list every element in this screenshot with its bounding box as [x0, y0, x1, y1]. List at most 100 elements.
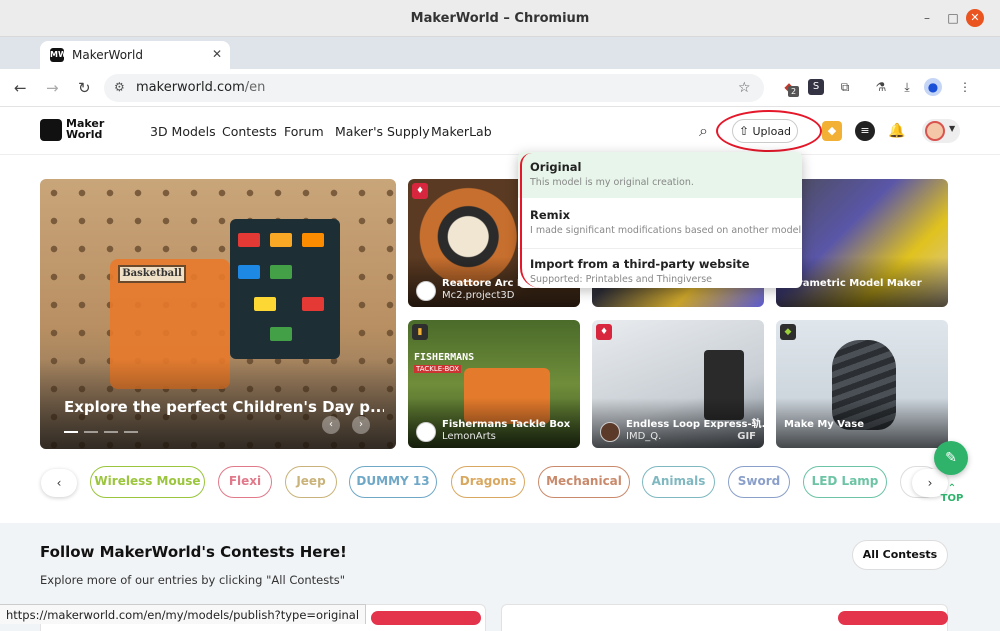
- avatar-image: [925, 121, 945, 141]
- model-card[interactable]: FISHERMANS TACKLE-BOX ▮ Fishermans Tackl…: [408, 320, 580, 448]
- model-card[interactable]: ♦ Endless Loop Express-轨... IMD_Q. GIF: [592, 320, 764, 448]
- chip-flexi[interactable]: Flexi: [218, 466, 272, 498]
- chip-mechanical[interactable]: Mechanical: [538, 466, 630, 498]
- hero-caption[interactable]: Explore the perfect Children's Day p...: [64, 398, 384, 416]
- reload-icon[interactable]: ↻: [78, 79, 91, 97]
- window-titlebar: MakerWorld – Chromium – □ ✕: [0, 0, 1000, 37]
- bookmark-star-icon[interactable]: ☆: [738, 80, 751, 96]
- board-block: [238, 233, 260, 247]
- option-title: Remix: [530, 208, 570, 222]
- creator-avatar[interactable]: [416, 281, 436, 301]
- card-badge-icon: ♦: [412, 183, 428, 199]
- card-creator[interactable]: IMD_Q.: [626, 431, 661, 442]
- close-window-icon[interactable]: ✕: [966, 9, 984, 27]
- tab-close-icon[interactable]: ✕: [212, 47, 222, 61]
- carousel-dot[interactable]: [84, 431, 98, 433]
- card-title[interactable]: Endless Loop Express-轨...: [626, 415, 764, 430]
- notifications-bell-icon[interactable]: 🔔: [887, 121, 907, 141]
- card-title[interactable]: Make My Vase: [784, 419, 864, 430]
- option-title: Original: [530, 160, 582, 174]
- extension-s-icon[interactable]: S: [808, 79, 824, 95]
- upload-option-remix[interactable]: Remix I made significant modifications b…: [518, 200, 802, 246]
- card-badge-icon: ◆: [780, 324, 796, 340]
- chip-dragons[interactable]: Dragons: [451, 466, 525, 498]
- chips-prev-icon[interactable]: ‹: [41, 469, 77, 497]
- option-desc: Supported: Printables and Thingiverse: [530, 274, 713, 285]
- makerworld-logo-icon[interactable]: [40, 119, 62, 141]
- logo-text[interactable]: Maker World: [66, 118, 104, 140]
- contest-card[interactable]: [501, 604, 948, 631]
- menu-kebab-icon[interactable]: ⋮: [956, 78, 974, 96]
- download-icon[interactable]: ⤓: [898, 78, 916, 96]
- board-block: [238, 265, 260, 279]
- nav-3d-models[interactable]: 3D Models: [150, 124, 216, 139]
- labs-flask-icon[interactable]: ⚗: [872, 78, 890, 96]
- creator-avatar[interactable]: [600, 422, 620, 442]
- card-creator[interactable]: LemonArts: [442, 431, 496, 442]
- upload-option-original[interactable]: Original This model is my original creat…: [518, 152, 802, 198]
- carousel-dots[interactable]: [64, 431, 138, 433]
- card-creator[interactable]: Mc2.project3D: [442, 290, 514, 301]
- carousel-next-icon[interactable]: ›: [352, 416, 370, 434]
- annotation-circle-upload: [716, 110, 822, 152]
- annotation-bracket: [520, 153, 540, 288]
- carousel-dot[interactable]: [104, 431, 118, 433]
- contests-title: Follow MakerWorld's Contests Here!: [40, 543, 347, 561]
- board-block: [270, 233, 292, 247]
- board-block: [302, 233, 324, 247]
- user-avatar-menu[interactable]: ▼: [922, 119, 960, 143]
- url-path: /en: [244, 80, 266, 95]
- upload-dropdown-menu: Original This model is my original creat…: [518, 152, 802, 288]
- url-host: makerworld.com: [136, 80, 245, 95]
- messages-chat-icon[interactable]: ≡: [855, 121, 875, 141]
- option-desc: This model is my original creation.: [530, 177, 694, 188]
- tab-strip: ⌄ MW MakerWorld ✕ +: [0, 37, 1000, 96]
- points-cube-icon[interactable]: ◆: [822, 121, 842, 141]
- profile-icon[interactable]: ●: [924, 78, 942, 96]
- tackle-box-label: TACKLE-BOX: [414, 365, 462, 373]
- card-badge-icon: ♦: [596, 324, 612, 340]
- back-to-top-button[interactable]: ⌃ TOP: [938, 484, 966, 504]
- site-settings-icon[interactable]: ⚙: [114, 80, 125, 94]
- chip-jeep[interactable]: Jeep: [285, 466, 337, 498]
- forward-arrow-icon[interactable]: →: [46, 79, 59, 97]
- nav-contests[interactable]: Contests: [222, 124, 277, 139]
- board-block: [254, 297, 276, 311]
- all-contests-button[interactable]: All Contests: [852, 540, 948, 570]
- back-arrow-icon[interactable]: ←: [14, 79, 27, 97]
- carousel-prev-icon[interactable]: ‹: [322, 416, 340, 434]
- nav-makerlab[interactable]: MakerLab: [431, 124, 492, 139]
- maximize-icon[interactable]: □: [944, 9, 962, 27]
- chip-wireless-mouse[interactable]: Wireless Mouse: [90, 466, 205, 498]
- contests-subtitle: Explore more of our entries by clicking …: [40, 573, 346, 587]
- card-title[interactable]: Parametric Model Maker: [784, 278, 922, 289]
- nav-forum[interactable]: Forum: [284, 124, 324, 139]
- carousel-dot[interactable]: [64, 431, 78, 433]
- chip-sword[interactable]: Sword: [728, 466, 790, 498]
- address-bar[interactable]: ⚙ makerworld.com/en ☆: [104, 74, 764, 102]
- tab-makerworld[interactable]: MW MakerWorld ✕: [40, 41, 230, 69]
- creator-avatar[interactable]: [416, 422, 436, 442]
- tab-label: MakerWorld: [72, 48, 143, 62]
- gif-badge: GIF: [737, 431, 756, 442]
- model-card[interactable]: ◆ Make My Vase: [776, 320, 948, 448]
- option-desc: I made significant modifications based o…: [530, 225, 802, 236]
- extensions-puzzle-icon[interactable]: ⧉: [836, 78, 854, 96]
- upload-option-import[interactable]: Import from a third-party website Suppor…: [518, 248, 802, 288]
- chip-led-lamp[interactable]: LED Lamp: [803, 466, 887, 498]
- card-badge-icon: ▮: [412, 324, 428, 340]
- hero-puzzle-board: [230, 219, 340, 359]
- card-title[interactable]: Fishermans Tackle Box: [442, 419, 570, 430]
- contest-status-pill: [371, 611, 481, 625]
- site-header: Maker World 3D Models Contests Forum Mak…: [0, 107, 1000, 155]
- nav-makers-supply[interactable]: Maker's Supply: [335, 124, 430, 139]
- address-text[interactable]: makerworld.com/en: [136, 80, 265, 95]
- chip-animals[interactable]: Animals: [642, 466, 715, 498]
- hero-carousel[interactable]: Basketball Explore the perfect Children'…: [40, 179, 396, 449]
- chip-dummy-13[interactable]: DUMMY 13: [349, 466, 437, 498]
- hero-basketball-sign: Basketball: [118, 265, 186, 283]
- search-icon[interactable]: ⌕: [699, 121, 708, 141]
- feedback-edit-icon[interactable]: ✎: [934, 441, 968, 475]
- carousel-dot[interactable]: [124, 431, 138, 433]
- minimize-icon[interactable]: –: [918, 9, 936, 27]
